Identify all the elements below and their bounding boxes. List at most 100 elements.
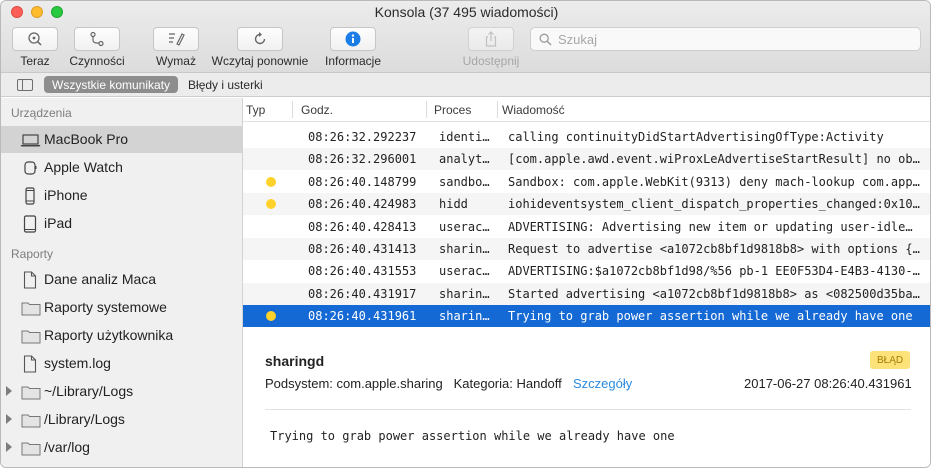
log-row[interactable]: 08:26:40.431413 sharin… Request to adverti…: [243, 238, 930, 260]
search-input[interactable]: [558, 31, 898, 47]
log-row-time: 08:26:40.431917: [308, 286, 417, 301]
sidebar-item-label: MacBook Pro: [44, 131, 129, 147]
log-row-time: 08:26:40.424983: [308, 197, 417, 212]
log-row-time: 08:26:40.431553: [308, 264, 417, 279]
ipad-icon: [23, 215, 37, 233]
log-row-message: calling continuityDidStartAdvertisingOfT…: [508, 130, 884, 144]
detail-subsystem: Podsystem: com.apple.sharing Kategoria: …: [265, 376, 562, 391]
log-row-time: 08:26:32.296001: [308, 152, 417, 167]
log-row-time: 08:26:32.292237: [308, 130, 417, 144]
log-row-time: 08:26:40.148799: [308, 174, 417, 189]
activities-label: Czynności: [69, 54, 125, 68]
sidebar-item-library-logs[interactable]: /Library/Logs: [1, 406, 242, 433]
log-row[interactable]: 08:26:40.431553 userac… ADVERTISING:$a1072…: [243, 260, 930, 282]
info-button[interactable]: [330, 27, 376, 51]
sidebar-item-var-log[interactable]: /var/log: [1, 434, 242, 461]
log-row[interactable]: 08:26:32.292237 identi… calling continuity…: [243, 126, 930, 148]
column-time[interactable]: Godz.: [301, 103, 333, 117]
disclosure-triangle-icon[interactable]: [6, 414, 12, 424]
filter-bar: Wszystkie komunikaty Błędy i usterki: [1, 73, 930, 97]
log-row[interactable]: 08:26:40.431917 sharin… Started advertisin…: [243, 282, 930, 305]
search-icon: [539, 33, 552, 45]
reload-icon: [254, 32, 266, 45]
activities-button[interactable]: [74, 27, 120, 51]
detail-divider: [265, 409, 911, 410]
sidebar-item-user-library-logs[interactable]: ~/Library/Logs: [1, 378, 242, 405]
log-row[interactable]: 08:26:32.296001 analyt… [com.apple.awd.eve…: [243, 148, 930, 171]
document-icon: [23, 271, 37, 289]
share-icon: [485, 31, 497, 47]
column-divider[interactable]: [497, 101, 498, 118]
log-row[interactable]: 08:26:40.148799 sandbo… Sandbox: com.apple…: [243, 171, 930, 193]
column-divider[interactable]: [426, 101, 427, 118]
disclosure-triangle-icon[interactable]: [6, 386, 12, 396]
clear-button[interactable]: [153, 27, 199, 51]
console-window: Konsola (37 495 wiadomości) Teraz Czynno…: [0, 0, 931, 468]
sidebar-toggle-icon[interactable]: [17, 78, 33, 91]
error-badge: BŁĄD: [870, 351, 911, 369]
sidebar-item-label: Apple Watch: [44, 159, 123, 175]
folder-icon: [21, 386, 41, 400]
sidebar-item-mac-analytics[interactable]: Dane analiz Maca: [1, 266, 242, 293]
sidebar-item-system-reports[interactable]: Raporty systemowe: [1, 294, 242, 321]
log-row-process: userac…: [439, 264, 490, 279]
detail-process: sharingd: [265, 353, 325, 369]
log-row-process: hidd: [439, 197, 468, 212]
detail-subsystem-text: Podsystem: com.apple.sharing: [265, 376, 443, 391]
warning-dot-icon: [266, 199, 276, 210]
share-button[interactable]: [468, 27, 514, 51]
details-link[interactable]: Szczegóły: [573, 376, 632, 391]
log-row[interactable]: 08:26:40.424983 hidd iohideventsystem_clie…: [243, 193, 930, 216]
document-icon: [23, 355, 37, 373]
sidebar-item-label: iPad: [44, 215, 73, 231]
sidebar-item-apple-watch[interactable]: Apple Watch: [1, 154, 242, 181]
clear-icon: [169, 33, 185, 46]
warning-dot-icon: [266, 311, 276, 322]
sidebar-item-user-reports[interactable]: Raporty użytkownika: [1, 322, 242, 349]
log-row-process: sandbo…: [439, 174, 490, 189]
log-row-message: Sandbox: com.apple.WebKit(9313) deny mac…: [508, 174, 920, 189]
log-row-process: sharin…: [439, 309, 490, 324]
filter-errors-faults[interactable]: Błędy i usterki: [188, 78, 263, 92]
search-field[interactable]: [530, 27, 921, 51]
sidebar-item-label: system.log: [44, 355, 111, 371]
sidebar-item-label: Dane analiz Maca: [44, 271, 157, 287]
sidebar-item-label: /var/log: [44, 439, 90, 455]
column-type[interactable]: Typ: [246, 103, 265, 117]
log-row-process: sharin…: [439, 286, 490, 301]
log-row-message: ADVERTISING:$a1072cb8bf1d98/%56 pb-1 EE0…: [508, 264, 920, 279]
log-row-process: userac…: [439, 219, 490, 234]
column-process[interactable]: Proces: [434, 103, 471, 117]
sidebar-item-label: Raporty systemowe: [44, 299, 167, 315]
detail-pane: sharingd BŁĄD Podsystem: com.apple.shari…: [243, 340, 930, 467]
sidebar: Urządzenia MacBook Pro Apple Watch iPhon…: [1, 98, 243, 467]
info-icon: [345, 31, 361, 47]
sidebar-item-ipad[interactable]: iPad: [1, 210, 242, 237]
sidebar-item-iphone[interactable]: iPhone: [1, 182, 242, 209]
log-pane: Typ Godz. Proces Wiadomość 08:26:32.2922…: [243, 98, 930, 467]
sidebar-item-label: Raporty użytkownika: [44, 327, 174, 343]
log-row-message: Trying to grab power assertion while we …: [508, 309, 913, 324]
devices-header: Urządzenia: [11, 106, 72, 120]
laptop-icon: [20, 134, 41, 147]
now-button[interactable]: [12, 27, 58, 51]
column-divider[interactable]: [292, 101, 293, 118]
folder-icon: [21, 330, 41, 344]
sidebar-item-macbook-pro[interactable]: MacBook Pro: [1, 126, 242, 153]
detail-category-text: Kategoria: Handoff: [453, 376, 562, 391]
log-row-message: ADVERTISING: Advertising new item or upd…: [508, 219, 913, 234]
log-row[interactable]: 08:26:40.428413 userac… ADVERTISING: Adver…: [243, 216, 930, 238]
reload-button[interactable]: [237, 27, 283, 51]
sidebar-item-system-log[interactable]: system.log: [1, 350, 242, 377]
now-label: Teraz: [20, 54, 50, 68]
disclosure-triangle-icon[interactable]: [6, 442, 12, 452]
warning-dot-icon: [266, 176, 276, 187]
clear-label: Wymaż: [156, 54, 196, 68]
log-row-time: 08:26:40.428413: [308, 219, 417, 234]
share-label: Udostępnij: [462, 54, 520, 68]
filter-all-messages[interactable]: Wszystkie komunikaty: [44, 76, 179, 93]
detail-date: 2017-06-27 08:26:40.431961: [744, 376, 912, 391]
sidebar-item-label: iPhone: [44, 187, 88, 203]
log-row[interactable]: 08:26:40.431961 sharin… Trying to grab pow…: [243, 305, 930, 328]
column-message[interactable]: Wiadomość: [502, 103, 565, 117]
